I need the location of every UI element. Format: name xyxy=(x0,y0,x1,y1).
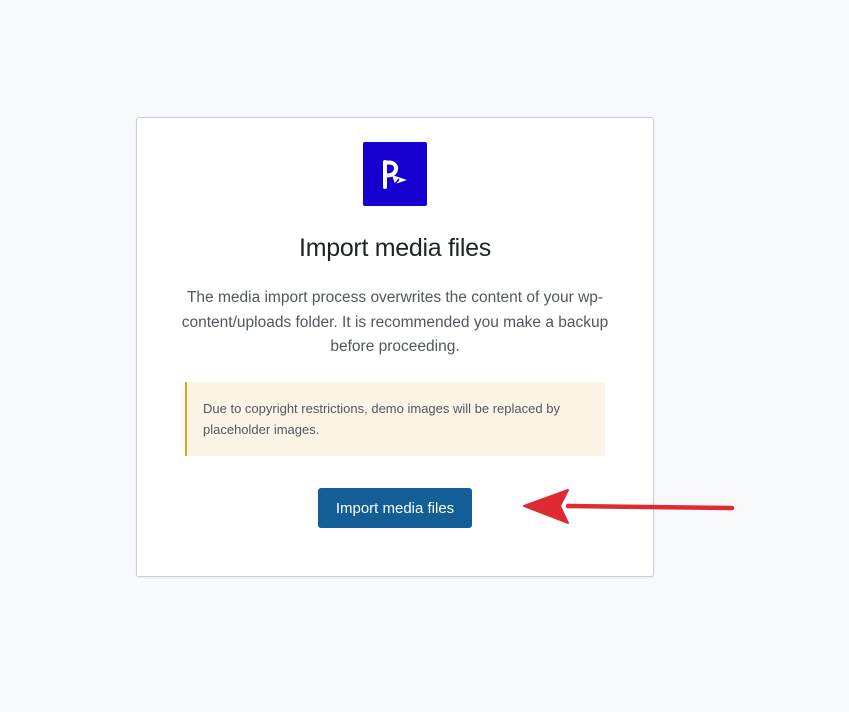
copyright-notice-text: Due to copyright restrictions, demo imag… xyxy=(203,401,560,437)
paper-plane-p-logo-icon xyxy=(383,160,407,189)
app-logo xyxy=(363,142,427,206)
import-description: The media import process overwrites the … xyxy=(181,289,609,355)
arrow-left-icon xyxy=(523,489,735,524)
import-media-files-button[interactable]: Import media files xyxy=(318,488,472,528)
copyright-notice: Due to copyright restrictions, demo imag… xyxy=(185,382,605,456)
page-title: Import media files xyxy=(299,234,491,262)
